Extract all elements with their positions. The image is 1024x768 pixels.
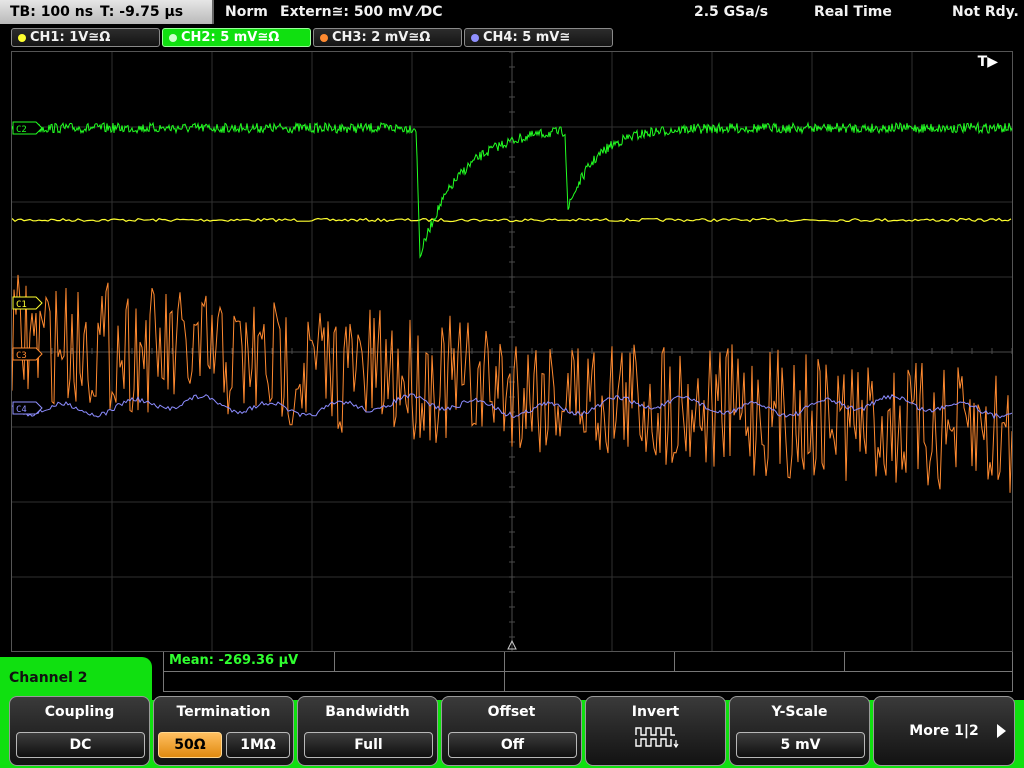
- tab-ch1[interactable]: CH1: 1V≅Ω: [11, 28, 160, 47]
- coupling-title: Coupling: [44, 704, 115, 720]
- measurement-row: Mean: -269.36 µV: [164, 652, 1012, 672]
- offset-title: Offset: [487, 704, 536, 720]
- tab-ch3[interactable]: CH3: 2 mV≅Ω: [313, 28, 462, 47]
- termination-softkey[interactable]: Termination 50Ω 1MΩ: [153, 696, 294, 766]
- measurement-cell: [674, 652, 675, 672]
- invert-title: Invert: [631, 704, 680, 720]
- invert-softkey[interactable]: Invert: [585, 696, 726, 766]
- ch4-color-dot-icon: [471, 34, 479, 42]
- measurement-cell: [334, 652, 335, 672]
- measurement-cell: [504, 652, 505, 672]
- termination-title: Termination: [176, 704, 271, 720]
- yscale-title: Y-Scale: [771, 704, 828, 720]
- bandwidth-value[interactable]: Full: [304, 732, 433, 758]
- marker-c1[interactable]: C1: [12, 296, 43, 310]
- sample-rate: 2.5 GSa/s: [694, 4, 769, 20]
- waveform-display[interactable]: C2 C1 C3 C4 T▶: [11, 51, 1013, 652]
- measurement-divider: [504, 672, 505, 692]
- trigger-mode[interactable]: Norm: [225, 0, 268, 24]
- tab-ch4-label: CH4: 5 mV≅: [483, 30, 571, 45]
- coupling-value[interactable]: DC: [16, 732, 145, 758]
- offset-softkey[interactable]: Offset Off: [441, 696, 582, 766]
- marker-c3[interactable]: C3: [12, 347, 43, 361]
- ch2-color-dot-icon: [169, 34, 177, 42]
- graticule-grid: [12, 52, 1012, 651]
- timebase-readout: TB: 100 ns: [10, 4, 94, 20]
- acquisition-mode: Real Time: [814, 4, 892, 20]
- mean-measurement: Mean: -269.36 µV: [169, 653, 299, 668]
- termination-50ohm-option[interactable]: 50Ω: [158, 732, 222, 758]
- marker-c3-label: C3: [16, 351, 27, 361]
- channel-tabs: CH1: 1V≅Ω CH2: 5 mV≅Ω CH3: 2 mV≅Ω CH4: 5…: [0, 24, 1024, 50]
- waveform-canvas: C2 C1 C3 C4: [12, 52, 1012, 651]
- measurement-cell: [844, 652, 845, 672]
- marker-c2[interactable]: C2: [12, 121, 43, 135]
- more-softkey[interactable]: More 1|2: [873, 696, 1015, 766]
- termination-1mohm-option[interactable]: 1MΩ: [226, 732, 290, 758]
- timebase-box[interactable]: TB: 100 ns T: -9.75 µs: [0, 0, 214, 24]
- tab-ch4[interactable]: CH4: 5 mV≅: [464, 28, 613, 47]
- yscale-value[interactable]: 5 mV: [736, 732, 865, 758]
- trigger-source[interactable]: Extern≅: 500 mV ⁄DC: [280, 0, 442, 24]
- bandwidth-softkey[interactable]: Bandwidth Full: [297, 696, 438, 766]
- acquisition-state: Not Rdy.: [952, 4, 1019, 20]
- offset-value[interactable]: Off: [448, 732, 577, 758]
- measurement-panel: Mean: -269.36 µV: [163, 652, 1013, 692]
- marker-c1-label: C1: [16, 300, 27, 310]
- marker-c2-label: C2: [16, 125, 27, 135]
- bandwidth-title: Bandwidth: [325, 704, 410, 720]
- yscale-softkey[interactable]: Y-Scale 5 mV: [729, 696, 870, 766]
- marker-c4[interactable]: C4: [12, 401, 43, 415]
- trigger-time-readout: T: -9.75 µs: [100, 4, 184, 20]
- tab-ch1-label: CH1: 1V≅Ω: [30, 30, 111, 45]
- tab-ch3-label: CH3: 2 mV≅Ω: [332, 30, 431, 45]
- tab-ch2[interactable]: CH2: 5 mV≅Ω: [162, 28, 311, 47]
- invert-waveform-icon: [635, 727, 679, 749]
- arrow-right-icon: [997, 724, 1006, 738]
- tab-ch2-label: CH2: 5 mV≅Ω: [181, 30, 280, 45]
- coupling-softkey[interactable]: Coupling DC: [9, 696, 150, 766]
- ch3-color-dot-icon: [320, 34, 328, 42]
- trigger-arrow-icon[interactable]: T▶: [978, 54, 998, 70]
- ch1-color-dot-icon: [18, 34, 26, 42]
- status-bar: TB: 100 ns T: -9.75 µs Norm Extern≅: 500…: [0, 0, 1024, 24]
- more-label: More 1|2: [909, 723, 979, 739]
- marker-c4-label: C4: [16, 405, 27, 415]
